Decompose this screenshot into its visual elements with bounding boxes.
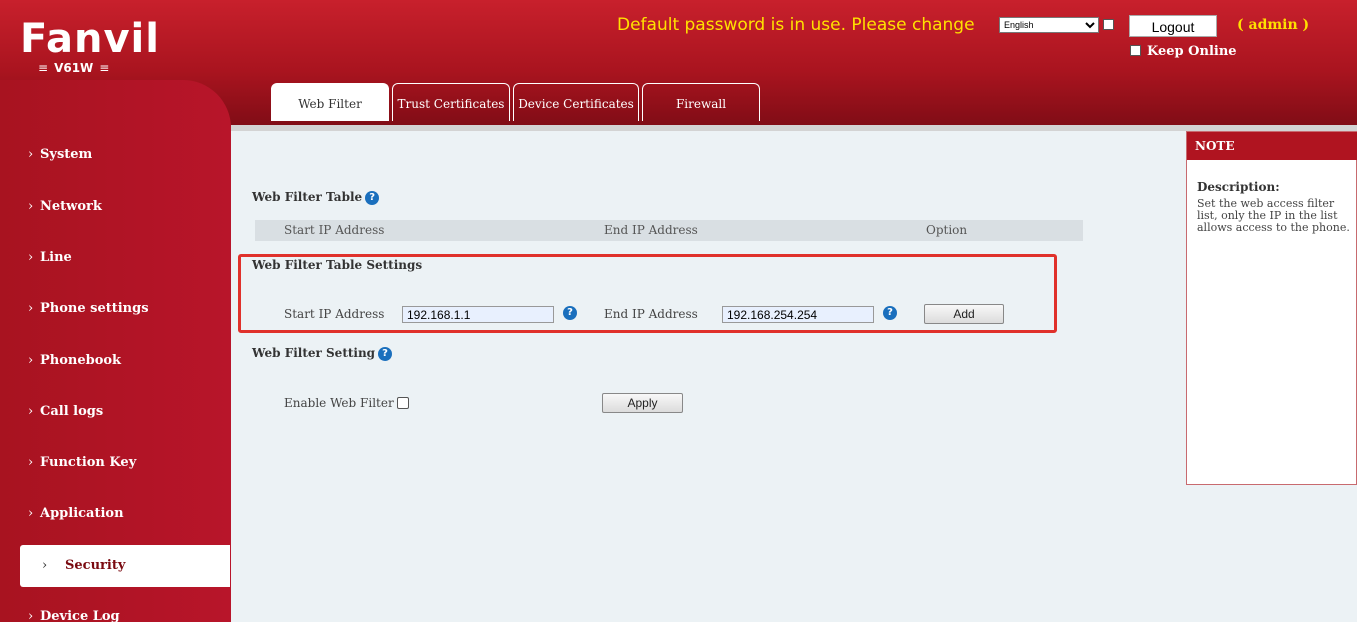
tab-bar: Web Filter Trust Certificates Device Cer… xyxy=(231,80,1357,125)
sidebar-item-application[interactable]: › Application xyxy=(0,495,231,533)
add-button[interactable]: Add xyxy=(924,304,1004,324)
chevron-right-icon: › xyxy=(42,558,48,573)
logo-model: V61W xyxy=(32,61,115,75)
sidebar-item-label: Function Key xyxy=(40,455,137,470)
sidebar-item-phonebook[interactable]: › Phonebook xyxy=(0,342,231,380)
section-title-text: Web Filter Setting xyxy=(252,346,376,360)
chevron-right-icon: › xyxy=(28,353,34,368)
sidebar-item-label: Line xyxy=(40,250,72,265)
current-user-label: ( admin ) xyxy=(1237,17,1310,33)
web-filter-table-header: Start IP Address End IP Address Option xyxy=(255,220,1083,241)
sidebar-item-network[interactable]: › Network xyxy=(0,188,231,226)
logo-text: Fanvil xyxy=(20,16,160,62)
chevron-right-icon: › xyxy=(28,506,34,521)
end-ip-label: End IP Address xyxy=(604,307,698,321)
tab-web-filter[interactable]: Web Filter xyxy=(271,83,389,121)
sidebar-item-label: Call logs xyxy=(40,404,104,419)
apply-button[interactable]: Apply xyxy=(602,393,683,413)
chevron-right-icon: › xyxy=(28,199,34,214)
help-icon[interactable]: ? xyxy=(365,191,380,205)
chevron-right-icon: › xyxy=(28,301,34,316)
start-ip-label: Start IP Address xyxy=(284,307,385,321)
chevron-right-icon: › xyxy=(28,250,34,265)
web-filter-setting-title: Web Filter Setting? xyxy=(252,346,393,361)
note-title: NOTE xyxy=(1187,132,1357,160)
tab-device-certificates[interactable]: Device Certificates xyxy=(513,83,639,121)
enable-web-filter-label: Enable Web Filter xyxy=(284,396,394,410)
language-select[interactable]: English xyxy=(999,17,1099,33)
help-icon[interactable]: ? xyxy=(563,306,577,320)
keep-online-option[interactable]: Keep Online xyxy=(1130,44,1237,59)
chevron-right-icon: › xyxy=(28,609,34,624)
sidebar-item-system[interactable]: › System xyxy=(0,136,231,174)
section-title-text: Web Filter Table xyxy=(252,190,363,204)
enable-web-filter-checkbox[interactable] xyxy=(396,397,409,409)
tab-trust-certificates[interactable]: Trust Certificates xyxy=(392,83,510,121)
column-start-ip: Start IP Address xyxy=(284,223,385,237)
tab-firewall[interactable]: Firewall xyxy=(642,83,760,121)
end-ip-input[interactable]: 192.168.254.254 xyxy=(722,306,874,323)
web-filter-table-settings-title: Web Filter Table Settings xyxy=(252,258,423,272)
sidebar-item-device-log[interactable]: › Device Log xyxy=(0,598,231,636)
default-password-banner: Default password is in use. Please chang… xyxy=(617,15,975,35)
sidebar-item-security[interactable]: › Security xyxy=(20,545,230,587)
sidebar-item-label: System xyxy=(40,147,93,162)
note-panel: NOTE Description: Set the web access fil… xyxy=(1186,131,1357,485)
column-end-ip: End IP Address xyxy=(604,223,698,237)
note-description-title: Description: xyxy=(1197,180,1280,194)
keep-online-checkbox[interactable] xyxy=(1130,45,1141,56)
column-option: Option xyxy=(926,223,968,237)
chevron-right-icon: › xyxy=(28,455,34,470)
web-filter-table-title: Web Filter Table? xyxy=(252,190,380,205)
keep-online-label: Keep Online xyxy=(1147,44,1237,59)
sidebar-item-label: Phone settings xyxy=(40,301,149,316)
fanvil-logo: Fanvil V61W xyxy=(20,18,159,75)
help-icon[interactable]: ? xyxy=(883,306,897,320)
start-ip-input[interactable]: 192.168.1.1 xyxy=(402,306,554,323)
sidebar-item-line[interactable]: › Line xyxy=(0,239,231,277)
sidebar-item-phone-settings[interactable]: › Phone settings xyxy=(0,290,231,328)
logout-button[interactable]: Logout xyxy=(1129,15,1217,37)
sidebar-item-label: Security xyxy=(65,558,126,573)
sidebar-item-label: Application xyxy=(40,506,124,521)
sidebar-item-label: Network xyxy=(40,199,102,214)
sidebar-item-call-logs[interactable]: › Call logs xyxy=(0,393,231,431)
chevron-right-icon: › xyxy=(28,147,34,162)
help-icon[interactable]: ? xyxy=(378,347,393,361)
header-checkbox[interactable] xyxy=(1103,19,1114,30)
note-description: Set the web access filter list, only the… xyxy=(1197,197,1350,234)
chevron-right-icon: › xyxy=(28,404,34,419)
sidebar-item-function-key[interactable]: › Function Key xyxy=(0,444,231,482)
sidebar-item-label: Phonebook xyxy=(40,353,122,368)
enable-web-filter-option: Enable Web Filter xyxy=(284,396,409,410)
sidebar: › System › Network › Line › Phone settings ›… xyxy=(0,80,231,624)
